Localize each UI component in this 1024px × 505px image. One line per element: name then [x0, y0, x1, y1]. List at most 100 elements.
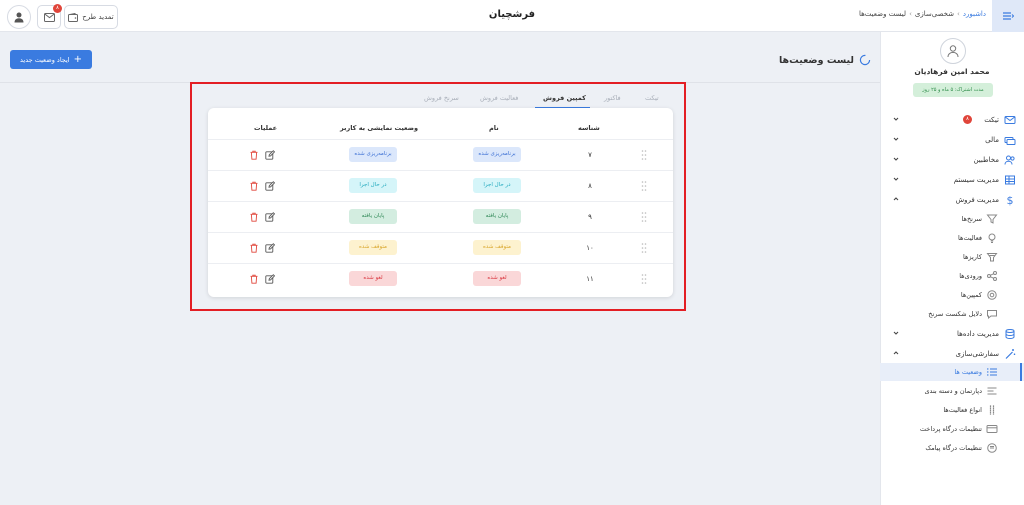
drag-handle-icon[interactable]	[640, 273, 648, 285]
row-id: ۷	[588, 151, 592, 159]
messages-badge: ۸	[53, 4, 62, 13]
sidebar-item-campaigns[interactable]: کمپین‌ها	[880, 286, 1024, 304]
sidebar-item-activity-types[interactable]: انواع فعالیت‌ها	[880, 401, 1024, 419]
sidebar-item-label: مالی	[985, 136, 999, 144]
sidebar-item-label: دلایل شکست سرنخ	[928, 310, 982, 318]
funnel-icon	[986, 214, 998, 224]
edit-icon[interactable]	[265, 181, 275, 191]
sidebar-item-leads[interactable]: سرنخ‌ها	[880, 210, 1024, 228]
sidebar-item-label: فعالیت‌ها	[958, 234, 982, 242]
sidebar-item-system-management[interactable]: مدیریت سیستم	[880, 171, 1024, 189]
breadcrumb-dashboard[interactable]: داشبورد	[963, 10, 986, 18]
column-header-id: شناسه	[578, 124, 600, 132]
trash-icon[interactable]	[249, 181, 259, 191]
sidebar-item-label: سرنخ‌ها	[961, 215, 982, 223]
breadcrumb-customization[interactable]: شخصی‌سازی	[915, 10, 954, 18]
status-name-badge: برنامه‌ریزی شده	[473, 147, 521, 162]
sidebar: محمد امین فرهادیان مدت اشتراک: ۵ ماه و ۲…	[880, 32, 1024, 505]
grip-icon	[989, 405, 995, 415]
chevron-down-icon	[893, 331, 899, 335]
row-id: ۸	[588, 182, 592, 190]
chat-icon	[987, 310, 997, 320]
drag-handle-icon[interactable]	[640, 242, 648, 254]
status-name-badge: لغو شده	[473, 271, 521, 286]
sidebar-item-activities[interactable]: فعالیت‌ها	[880, 229, 1024, 247]
chevron-up-icon	[893, 351, 899, 355]
drag-handle-icon[interactable]	[640, 180, 648, 192]
share-icon	[987, 271, 997, 281]
sidebar-item-customization[interactable]: سفارشی‌سازی	[880, 345, 1024, 363]
sidebar-item-label: تیکت	[984, 116, 999, 124]
display-status-badge: در حال اجرا	[349, 178, 397, 193]
sidebar-item-contacts[interactable]: مخاطبین	[880, 151, 1024, 169]
sidebar-item-label: مدیریت سیستم	[953, 176, 999, 184]
subscription-badge: مدت اشتراک: ۵ ماه و ۲۵ روز	[913, 83, 993, 97]
sidebar-item-sms-gateway[interactable]: تنظیمات درگاه پیامک	[880, 439, 1024, 457]
tab-ticket[interactable]: تیکت	[645, 94, 659, 102]
table-row: ۹ پایان یافته پایان یافته	[208, 202, 673, 233]
user-icon	[947, 45, 959, 58]
chevron-up-icon	[893, 197, 899, 201]
dollar-icon: $	[1007, 194, 1014, 206]
sidebar-item-label: دپارتمان و دسته بندی	[924, 387, 982, 395]
tickets-badge: ۸	[963, 115, 972, 124]
sidebar-item-label: تنظیمات درگاه پرداخت	[919, 425, 982, 433]
chat-bubble-icon	[987, 443, 997, 453]
sidebar-item-data-management[interactable]: مدیریت داده‌ها	[880, 325, 1024, 343]
sidebar-item-finance[interactable]: مالی	[880, 131, 1024, 149]
row-id: ۱۰	[586, 244, 594, 252]
tab-sales-campaign[interactable]: کمپین فروش	[543, 94, 586, 102]
status-name-badge: در حال اجرا	[473, 178, 521, 193]
list-icon	[987, 368, 997, 376]
sidebar-toggle-button[interactable]	[992, 0, 1024, 32]
trash-icon[interactable]	[249, 243, 259, 253]
envelope-icon	[1004, 116, 1016, 124]
statuses-table: شناسه نام وضعیت نمایشی به کاربر عملیات ۷…	[208, 108, 673, 297]
trash-icon[interactable]	[249, 274, 259, 284]
sidebar-item-tickets[interactable]: تیکت ۸	[880, 111, 1024, 129]
lightbulb-icon	[988, 233, 996, 243]
table-row: ۱۱ لغو شده لغو شده	[208, 264, 673, 295]
edit-icon[interactable]	[265, 212, 275, 222]
drag-handle-icon[interactable]	[640, 211, 648, 223]
messages-button[interactable]: ۸	[37, 4, 62, 29]
display-status-badge: برنامه‌ریزی شده	[349, 147, 397, 162]
user-menu-button[interactable]	[7, 5, 31, 29]
pipeline-icon	[986, 253, 998, 262]
align-icon	[987, 387, 997, 395]
create-status-button[interactable]: + ایجاد وضعیت جدید	[10, 50, 92, 69]
sidebar-item-pipelines[interactable]: کاریزها	[880, 248, 1024, 266]
tab-sales-lead[interactable]: سرنخ فروش	[424, 94, 459, 102]
breadcrumb-separator: ›	[957, 10, 960, 18]
sidebar-item-payment-gateway[interactable]: تنظیمات درگاه پرداخت	[880, 420, 1024, 438]
trash-icon[interactable]	[249, 212, 259, 222]
sidebar-item-inputs[interactable]: ورودی‌ها	[880, 267, 1024, 285]
breadcrumb-separator: ›	[909, 10, 912, 18]
tab-sales-activity[interactable]: فعالیت فروش	[480, 94, 518, 102]
edit-icon[interactable]	[265, 274, 275, 284]
money-icon	[1004, 137, 1016, 145]
drag-handle-icon[interactable]	[640, 149, 648, 161]
column-header-actions: عملیات	[254, 124, 278, 132]
tab-invoice[interactable]: فاکتور	[604, 94, 621, 102]
magic-wand-icon	[1005, 349, 1016, 359]
sidebar-item-sales-management[interactable]: $ مدیریت فروش	[880, 191, 1024, 209]
chevron-down-icon	[893, 177, 899, 181]
display-status-badge: متوقف شده	[349, 240, 397, 255]
renew-plan-button[interactable]: تمدید طرح	[64, 5, 118, 29]
row-id: ۹	[588, 213, 592, 221]
table-icon	[1005, 175, 1015, 185]
svg-text:$: $	[1007, 194, 1014, 206]
table-row: ۱۰ متوقف شده متوقف شده	[208, 233, 673, 264]
profile-name: محمد امین فرهادیان	[914, 67, 990, 76]
sidebar-item-label: تنظیمات درگاه پیامک	[925, 444, 982, 452]
sidebar-item-statuses[interactable]: وضعیت ها	[880, 363, 1024, 381]
trash-icon[interactable]	[249, 150, 259, 160]
edit-icon[interactable]	[265, 150, 275, 160]
chevron-down-icon	[893, 117, 899, 121]
sidebar-item-lead-loss-reasons[interactable]: دلایل شکست سرنخ	[880, 305, 1024, 323]
edit-icon[interactable]	[265, 243, 275, 253]
column-header-display-status: وضعیت نمایشی به کاربر	[340, 124, 419, 132]
sidebar-item-departments[interactable]: دپارتمان و دسته بندی	[880, 382, 1024, 400]
profile-avatar[interactable]	[940, 38, 966, 64]
